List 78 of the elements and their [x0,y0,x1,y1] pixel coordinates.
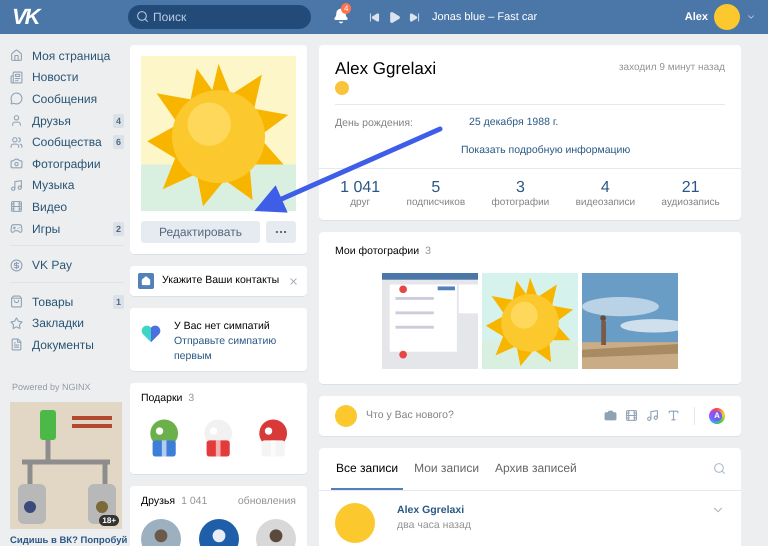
user-name[interactable]: Alex [684,11,708,23]
coin-icon [10,258,23,272]
menu-item[interactable]: Сообщества 6 [10,131,124,153]
wall-tab[interactable]: Мои записи [409,447,484,490]
menu-item[interactable]: Моя страница [10,45,124,67]
emoji-icon [335,81,349,95]
search-icon[interactable] [713,462,726,476]
author-avatar[interactable] [335,502,375,543]
people-icon [10,136,23,149]
menu-item[interactable]: Игры 2 [10,218,124,240]
menu-item[interactable]: Видео [10,196,124,218]
counter[interactable]: 3 фотографии [492,179,550,208]
counter[interactable]: 21 аудиозапись [661,179,720,208]
newspaper-icon [10,70,23,84]
menu-item[interactable]: Документы [10,334,124,356]
menu-count: 2 [112,222,124,236]
ad-link[interactable]: Сидишь в ВК? Попробуй [10,534,128,546]
document-icon [10,338,23,352]
profile-name: Alex Ggrelaxi [335,59,436,79]
wall-tab[interactable]: Все записи [331,447,404,490]
home-icon [141,276,151,286]
menu-count: 1 [112,294,124,309]
next-icon[interactable] [409,12,420,22]
sympathy-link[interactable]: Отправьте симпатию первым [174,334,297,365]
camera-icon [10,157,23,170]
star-icon [10,316,23,330]
counter[interactable]: 1 041 друг [340,179,380,208]
logo[interactable]: VK [12,4,128,30]
search-icon [136,10,149,23]
section-count: 3 [425,244,431,260]
user-avatar [335,404,357,427]
menu-item[interactable]: Фотографии [10,152,124,175]
film-icon [10,200,23,214]
menu-item[interactable]: Друзья 4 [10,110,124,132]
previous-icon[interactable] [369,12,380,22]
section-title[interactable]: Друзья [141,494,176,510]
menu-item[interactable]: Товары 1 [10,290,124,313]
music-note-icon[interactable] [646,409,659,422]
edit-button[interactable]: Редактировать [141,221,260,243]
wall-tab[interactable]: Архив записей [490,447,582,490]
music-note-icon [10,178,23,192]
search-field[interactable]: Поиск [128,5,311,29]
menu-item[interactable]: Новости [10,66,124,88]
info-label: День рождения: [335,116,414,129]
home-icon [10,49,23,62]
counter[interactable]: 4 видеозаписи [576,179,636,208]
section-title[interactable]: Мои фотографии [335,244,420,260]
camera-icon[interactable] [604,409,617,422]
last-seen: заходил 9 минут назад [618,61,725,75]
close-icon[interactable] [288,276,299,286]
counter[interactable]: 5 подписчиков [406,179,466,208]
sympathy-title: У Вас нет симпатий [174,319,271,334]
menu-item[interactable]: Музыка [10,174,124,196]
track-title[interactable]: Jonas blue – Fast car [432,11,538,23]
film-icon[interactable] [625,409,638,422]
details-link[interactable]: Показать подробную информацию [461,143,630,158]
post-author[interactable]: Alex Ggrelaxi [397,502,471,518]
footer-text: Powered by NGINX [12,382,92,392]
play-icon[interactable] [388,10,401,24]
heart-icon [140,323,162,345]
text-icon[interactable] [667,409,680,422]
menu-item[interactable]: VK Pay [10,254,124,276]
section-count: 1 041 [181,494,208,509]
user-avatar[interactable] [714,4,740,30]
notification-count: 4 [341,3,352,14]
style-button[interactable]: A [709,408,725,424]
menu-item[interactable]: Сообщения [10,88,124,110]
section-count: 3 [188,390,194,406]
section-title[interactable]: Подарки [141,390,182,406]
post-input[interactable]: Что у Вас нового? [366,408,454,424]
menu-count: 6 [112,135,124,150]
info-value[interactable]: 25 декабря 1988 г. [469,115,558,130]
chat-bubble-icon [10,92,23,106]
bag-icon [10,295,23,308]
gamepad-icon [10,222,23,236]
menu-count: 4 [112,114,124,128]
menu-item[interactable]: Закладки [10,312,124,334]
person-icon [10,114,23,128]
